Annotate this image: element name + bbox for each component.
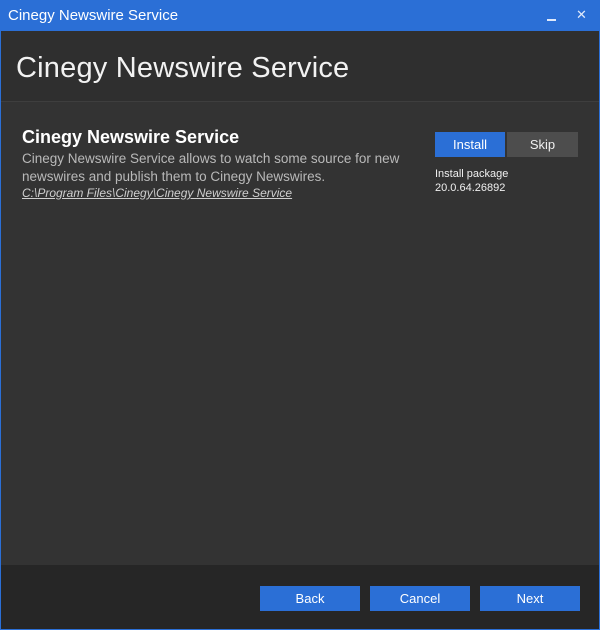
product-name: Cinegy Newswire Service [22,127,240,147]
minimize-button[interactable] [536,1,566,31]
skip-button[interactable]: Skip [507,132,578,157]
footer-bar: Back Cancel Next [1,565,599,629]
install-path-link[interactable]: C:\Program Files\Cinegy\Cinegy Newswire … [22,186,292,201]
window-title: Cinegy Newswire Service [8,7,179,24]
back-button[interactable]: Back [260,586,360,611]
install-button[interactable]: Install [435,132,505,157]
page-header: Cinegy Newswire Service [1,31,599,102]
minimize-icon [547,19,556,21]
cancel-button[interactable]: Cancel [370,586,470,611]
package-version: 20.0.64.26892 [435,182,506,194]
product-description: Cinegy Newswire Service allows to watch … [22,151,400,184]
next-button[interactable]: Next [480,586,580,611]
package-label: Install package [435,168,509,180]
product-panel: Cinegy Newswire Service Cinegy Newswire … [1,102,599,565]
page-title: Cinegy Newswire Service [16,52,350,84]
installer-window: Cinegy Newswire Service ✕ Cinegy Newswir… [0,0,600,630]
title-bar[interactable]: Cinegy Newswire Service ✕ [1,1,599,31]
close-button[interactable]: ✕ [567,1,597,31]
close-icon: ✕ [576,7,587,22]
